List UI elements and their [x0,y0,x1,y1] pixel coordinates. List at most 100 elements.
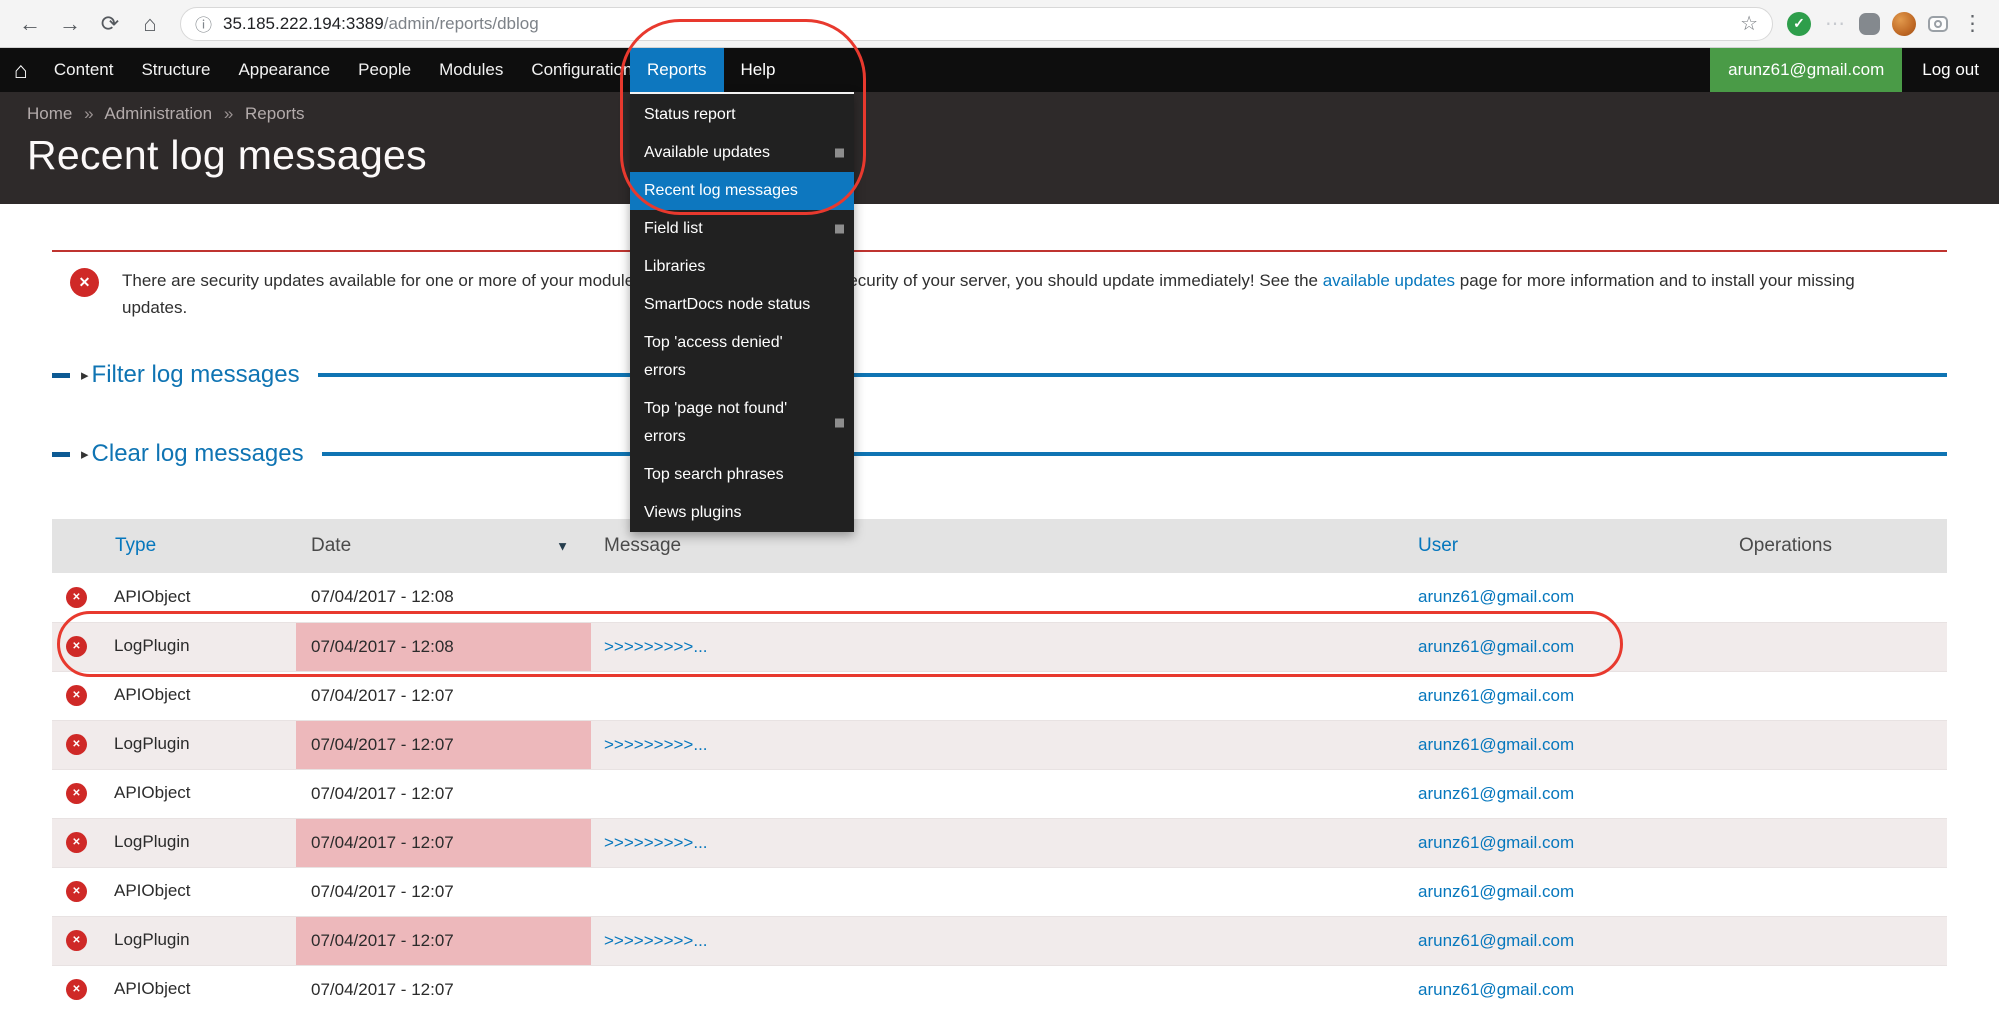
screenshot-extension-icon[interactable] [1928,16,1948,32]
menu-item-available-updates[interactable]: Available updates [630,134,854,172]
green-check-extension-icon[interactable]: ✓ [1787,12,1811,36]
toolbar-item-reports[interactable]: Reports [630,48,724,92]
admin-home-icon[interactable]: ⌂ [0,57,40,84]
log-user-link[interactable]: arunz61@gmail.com [1418,686,1574,705]
log-table-row: ✕APIObject07/04/2017 - 12:07arunz61@gmai… [52,965,1947,1014]
clear-log-messages-toggle[interactable]: ▸ Clear log messages [52,434,1947,474]
log-date: 07/04/2017 - 12:07 [296,965,591,1014]
log-user-link[interactable]: arunz61@gmail.com [1418,980,1574,999]
log-date: 07/04/2017 - 12:07 [296,671,591,720]
log-message-link[interactable]: >>>>>>>>>... [604,833,708,852]
user-email-badge[interactable]: arunz61@gmail.com [1710,48,1902,92]
column-header-date[interactable]: Date▼ [296,519,591,573]
page-info-icon[interactable]: ⓘ [195,11,212,36]
page-title: Recent log messages [27,132,1999,179]
log-operations [1726,965,1947,1014]
menu-item-top-access-denied-errors[interactable]: Top 'access denied' errors [630,324,854,390]
menu-item-label: Available updates [644,144,770,161]
error-status-icon: ✕ [66,685,87,706]
extension-area: ✓ ⋯ ⋮ [1783,11,1989,36]
fieldset-rule [322,452,1947,456]
sort-by-type-link[interactable]: Type [115,535,156,556]
log-user-link[interactable]: arunz61@gmail.com [1418,637,1574,656]
menu-item-top-search-phrases[interactable]: Top search phrases [630,456,854,494]
toolbar-item-people[interactable]: People [344,48,425,92]
collapse-arrow-icon: ▸ [81,445,89,463]
filter-log-messages-toggle[interactable]: ▸ Filter log messages [52,355,1947,395]
log-user-link[interactable]: arunz61@gmail.com [1418,735,1574,754]
log-table-row: ✕LogPlugin07/04/2017 - 12:07>>>>>>>>>...… [52,916,1947,965]
log-type: APIObject [114,685,191,704]
faded-dots-extension-icon[interactable]: ⋯ [1823,12,1847,36]
breadcrumb-separator: » [84,104,93,123]
log-date: 07/04/2017 - 12:07 [296,720,591,769]
bookmark-star-icon[interactable]: ☆ [1740,11,1758,36]
sort-by-user-link[interactable]: User [1418,535,1458,556]
log-date: 07/04/2017 - 12:07 [296,818,591,867]
log-operations [1726,867,1947,916]
error-status-icon: ✕ [66,636,87,657]
url-bar[interactable]: ⓘ 35.185.222.194:3389/admin/reports/dblo… [180,7,1773,41]
log-messages-table: Type Date▼ Message User Operations ✕APIO… [52,519,1947,1014]
back-icon[interactable]: ← [10,11,50,37]
log-message-link[interactable]: >>>>>>>>>... [604,637,708,656]
forward-icon[interactable]: → [50,11,90,37]
menu-item-label: Recent log messages [644,182,798,199]
log-operations [1726,622,1947,671]
reload-icon[interactable]: ⟳ [90,11,130,37]
toolbar-item-structure[interactable]: Structure [127,48,224,92]
log-date: 07/04/2017 - 12:07 [296,867,591,916]
log-type: LogPlugin [114,832,190,851]
error-status-icon: ✕ [66,979,87,1000]
menu-item-recent-log-messages[interactable]: Recent log messages [630,172,854,210]
menu-item-label: Top 'page not found' errors [644,400,787,445]
log-user-link[interactable]: arunz61@gmail.com [1418,882,1574,901]
toolbar-item-appearance[interactable]: Appearance [224,48,344,92]
orange-extension-icon[interactable] [1892,12,1916,36]
log-user-link[interactable]: arunz61@gmail.com [1418,784,1574,803]
dropdown-item-list: Status report Available updates Recent log… [630,92,854,532]
log-user-link[interactable]: arunz61@gmail.com [1418,833,1574,852]
fieldset-dash [52,373,70,378]
menu-item-top-page-not-found-errors[interactable]: Top 'page not found' errors [630,390,854,456]
menu-item-libraries[interactable]: Libraries [630,248,854,286]
menu-item-field-list[interactable]: Field list [630,210,854,248]
breadcrumb-home[interactable]: Home [27,104,72,123]
sort-descending-icon: ▼ [556,539,569,554]
logout-link[interactable]: Log out [1902,48,1999,92]
gray-extension-icon[interactable] [1859,13,1880,35]
error-status-icon: ✕ [66,881,87,902]
admin-menu: ContentStructureAppearancePeopleModulesC… [40,48,647,92]
menu-item-label: Top search phrases [644,466,784,483]
log-table-row: ✕APIObject07/04/2017 - 12:08arunz61@gmai… [52,573,1947,622]
reports-dropdown-menu: Reports Help Status report Available upda… [630,48,854,532]
toolbar-item-configuration[interactable]: Configuration [517,48,646,92]
available-updates-link[interactable]: available updates [1323,271,1455,290]
log-operations [1726,573,1947,622]
log-table-row: ✕LogPlugin07/04/2017 - 12:08>>>>>>>>>...… [52,622,1947,671]
log-user-link[interactable]: arunz61@gmail.com [1418,931,1574,950]
fieldset-rule [318,373,1947,377]
toolbar-item-modules[interactable]: Modules [425,48,517,92]
breadcrumb-reports[interactable]: Reports [245,104,305,123]
fieldset-dash [52,452,70,457]
toolbar-item-help[interactable]: Help [724,48,793,92]
error-status-icon: ✕ [66,587,87,608]
log-operations [1726,818,1947,867]
page-header: Home » Administration » Reports Recent l… [0,92,1999,204]
menu-item-views-plugins[interactable]: Views plugins [630,494,854,532]
menu-item-status-report[interactable]: Status report [630,96,854,134]
menu-item-smartdocs-node-status[interactable]: SmartDocs node status [630,286,854,324]
toolbar-item-content[interactable]: Content [40,48,128,92]
security-warning-message: ✕ There are security updates available f… [52,250,1947,325]
browser-menu-icon[interactable]: ⋮ [1962,11,1983,36]
log-message-link[interactable]: >>>>>>>>>... [604,735,708,754]
column-header-operations: Operations [1726,519,1947,573]
toolbar-right: arunz61@gmail.com Log out [1710,48,1999,92]
breadcrumb-administration[interactable]: Administration [104,104,212,123]
log-user-link[interactable]: arunz61@gmail.com [1418,587,1574,606]
admin-toolbar: ⌂ ContentStructureAppearancePeopleModule… [0,48,1999,92]
log-type: APIObject [114,783,191,802]
browser-home-icon[interactable]: ⌂ [130,11,170,37]
log-message-link[interactable]: >>>>>>>>>... [604,931,708,950]
